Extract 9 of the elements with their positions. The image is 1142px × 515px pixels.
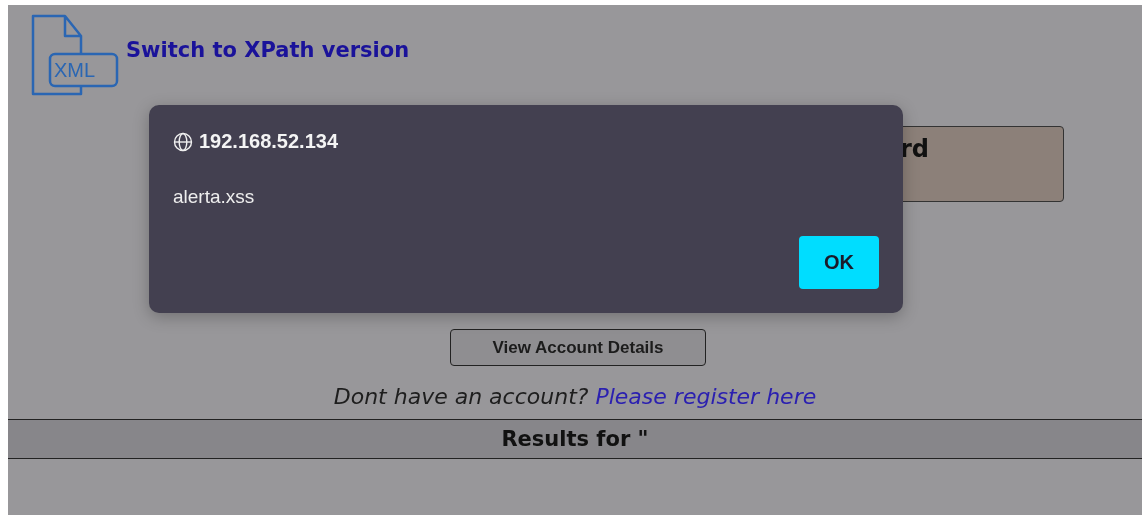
results-title: Results for ": [501, 427, 649, 451]
register-link[interactable]: Please register here: [595, 384, 817, 414]
view-account-button[interactable]: View Account Details: [450, 329, 706, 366]
ok-button[interactable]: OK: [799, 236, 879, 289]
dialog-message: alerta.xss: [173, 186, 256, 208]
register-prompt: Dont have an account?: [333, 384, 589, 411]
xpath-link[interactable]: Switch to XPath version: [126, 38, 410, 62]
dialog-origin: 192.168.52.134: [199, 130, 339, 153]
globe-icon: [173, 131, 193, 152]
